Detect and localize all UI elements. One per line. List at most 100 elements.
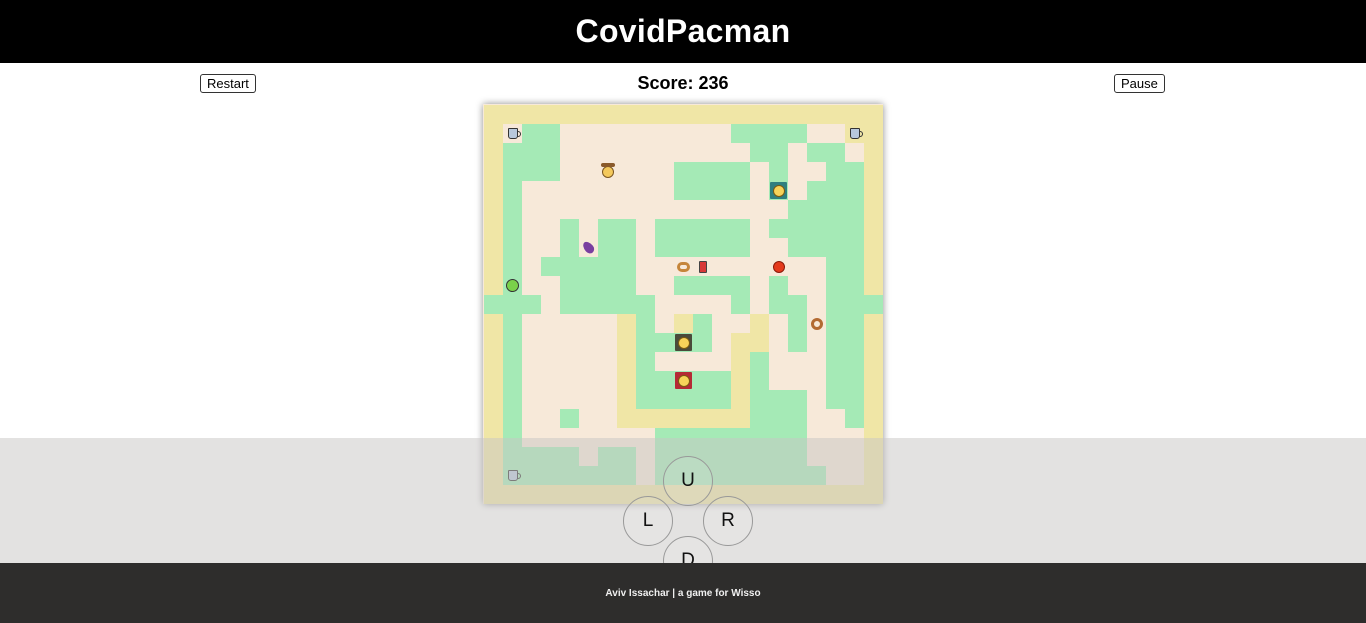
pretzel-icon <box>674 257 693 276</box>
border-tile <box>731 105 750 124</box>
wall-tile <box>845 200 864 219</box>
wall-tile <box>693 371 712 390</box>
border-tile <box>655 409 674 428</box>
wall-tile <box>674 219 693 238</box>
wall-tile <box>636 371 655 390</box>
drink-icon <box>693 257 712 276</box>
wall-tile <box>769 143 788 162</box>
wall-tile <box>826 257 845 276</box>
border-tile <box>503 105 522 124</box>
wall-tile <box>598 295 617 314</box>
wall-tile <box>807 238 826 257</box>
move-right-button[interactable]: R <box>703 496 753 546</box>
border-tile <box>731 409 750 428</box>
wall-tile <box>598 219 617 238</box>
wall-tile <box>503 295 522 314</box>
wall-tile <box>750 409 769 428</box>
border-tile <box>864 371 883 390</box>
border-tile <box>807 105 826 124</box>
border-tile <box>864 162 883 181</box>
wall-tile <box>503 390 522 409</box>
wall-tile <box>560 257 579 276</box>
border-tile <box>750 333 769 352</box>
border-tile <box>864 352 883 371</box>
border-tile <box>750 314 769 333</box>
wall-tile <box>693 219 712 238</box>
border-tile <box>674 105 693 124</box>
wall-tile <box>674 181 693 200</box>
border-tile <box>864 124 883 143</box>
pause-button[interactable]: Pause <box>1114 74 1165 93</box>
move-left-button[interactable]: L <box>623 496 673 546</box>
wall-tile <box>712 371 731 390</box>
move-up-button[interactable]: U <box>663 456 713 506</box>
wall-tile <box>826 276 845 295</box>
wall-tile <box>560 409 579 428</box>
wall-tile <box>522 162 541 181</box>
wall-tile <box>731 181 750 200</box>
wall-tile <box>807 143 826 162</box>
wall-tile <box>845 162 864 181</box>
ghost-teal-icon <box>770 182 787 199</box>
border-tile <box>864 409 883 428</box>
border-tile <box>864 105 883 124</box>
wall-tile <box>788 124 807 143</box>
app-root: CovidPacman Restart Score: 236 Pause U L… <box>0 0 1366 623</box>
wall-tile <box>750 143 769 162</box>
wall-tile <box>712 181 731 200</box>
wall-tile <box>731 124 750 143</box>
wall-tile <box>788 409 807 428</box>
border-tile <box>864 257 883 276</box>
wall-tile <box>750 124 769 143</box>
border-tile <box>617 352 636 371</box>
wall-tile <box>674 390 693 409</box>
border-tile <box>484 390 503 409</box>
wall-tile <box>579 257 598 276</box>
border-tile <box>864 238 883 257</box>
wall-tile <box>845 219 864 238</box>
border-tile <box>484 333 503 352</box>
wall-tile <box>712 162 731 181</box>
wall-tile <box>693 162 712 181</box>
border-tile <box>522 105 541 124</box>
border-tile <box>864 143 883 162</box>
wall-tile <box>522 143 541 162</box>
wall-tile <box>655 238 674 257</box>
border-tile <box>484 352 503 371</box>
border-tile <box>864 314 883 333</box>
wall-tile <box>826 238 845 257</box>
wall-tile <box>731 219 750 238</box>
border-tile <box>484 105 503 124</box>
border-tile <box>617 390 636 409</box>
border-tile <box>541 105 560 124</box>
border-tile <box>579 105 598 124</box>
wall-tile <box>845 390 864 409</box>
wall-tile <box>845 314 864 333</box>
border-tile <box>864 390 883 409</box>
wall-tile <box>731 162 750 181</box>
border-tile <box>712 105 731 124</box>
wall-tile <box>864 295 883 314</box>
wall-tile <box>750 371 769 390</box>
wall-tile <box>826 295 845 314</box>
mug-icon <box>845 124 864 143</box>
wall-tile <box>598 257 617 276</box>
wall-tile <box>503 181 522 200</box>
border-tile <box>617 371 636 390</box>
wall-tile <box>560 295 579 314</box>
wall-tile <box>579 276 598 295</box>
border-tile <box>617 409 636 428</box>
wall-tile <box>750 352 769 371</box>
mug-icon <box>503 124 522 143</box>
wall-tile <box>503 238 522 257</box>
wall-tile <box>826 200 845 219</box>
wall-tile <box>788 200 807 219</box>
cowboy-icon <box>598 162 617 181</box>
border-tile <box>731 352 750 371</box>
wall-tile <box>541 143 560 162</box>
wall-tile <box>693 238 712 257</box>
restart-button[interactable]: Restart <box>200 74 256 93</box>
wall-tile <box>503 333 522 352</box>
wall-tile <box>731 238 750 257</box>
wall-tile <box>636 352 655 371</box>
